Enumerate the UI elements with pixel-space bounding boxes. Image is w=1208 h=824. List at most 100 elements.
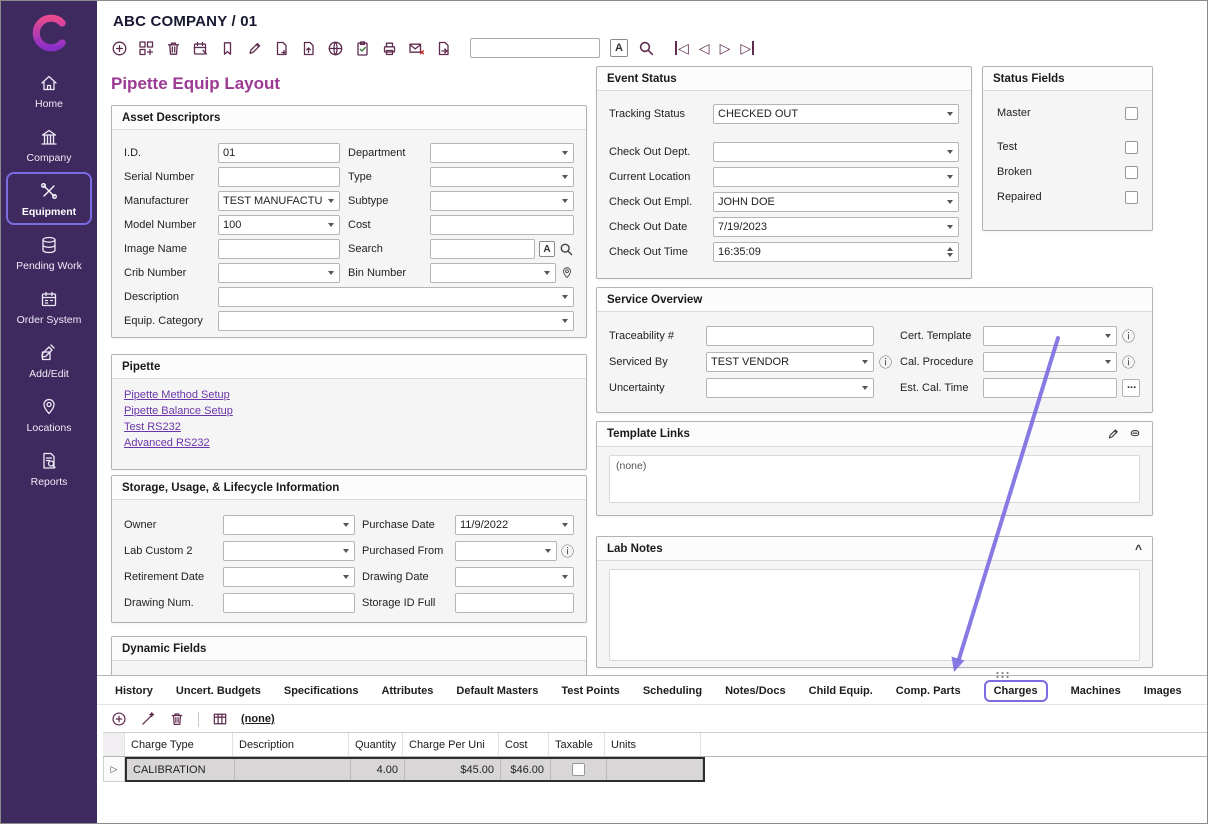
column-header[interactable]: Units <box>605 733 701 756</box>
tab-uncert-budgets[interactable]: Uncert. Budgets <box>176 685 261 697</box>
quantity-cell[interactable]: 4.00 <box>351 759 405 780</box>
column-header[interactable]: Quantity <box>349 733 403 756</box>
grid-view-icon[interactable] <box>212 711 228 727</box>
add-charge-icon[interactable] <box>111 711 127 727</box>
model-number-select[interactable]: 100 <box>218 215 340 235</box>
ellipsis-button[interactable]: ... <box>1122 379 1140 397</box>
checklist-icon[interactable] <box>354 40 371 57</box>
units-cell[interactable] <box>607 759 703 780</box>
master-checkbox[interactable] <box>1125 107 1138 120</box>
purchased-from-select[interactable] <box>455 541 557 561</box>
drawing-num-input[interactable] <box>223 593 355 613</box>
sidebar-item-order-system[interactable]: Order System <box>6 280 92 333</box>
link-icon[interactable] <box>1128 427 1142 441</box>
purchase-date-select[interactable]: 11/9/2022 <box>455 515 574 535</box>
column-header[interactable]: Taxable <box>549 733 605 756</box>
tab-specifications[interactable]: Specifications <box>284 685 359 697</box>
storage-id-full-input[interactable] <box>455 593 574 613</box>
info-icon[interactable]: ⓘ <box>561 545 574 558</box>
location-pin-icon[interactable] <box>560 266 574 280</box>
taxable-checkbox[interactable] <box>572 763 585 776</box>
column-header[interactable]: Charge Type <box>125 733 233 756</box>
info-icon[interactable]: ⓘ <box>1122 330 1140 343</box>
document-export-icon[interactable] <box>435 40 452 57</box>
test-checkbox[interactable] <box>1125 141 1138 154</box>
department-select[interactable] <box>430 143 574 163</box>
cal-procedure-select[interactable] <box>983 352 1117 372</box>
search-icon[interactable] <box>559 242 574 257</box>
cert-template-select[interactable] <box>983 326 1117 346</box>
charge-type-cell[interactable]: CALIBRATION <box>127 759 235 780</box>
pipette-balance-setup-link[interactable]: Pipette Balance Setup <box>124 405 574 417</box>
est-cal-time-input[interactable] <box>983 378 1117 398</box>
font-button[interactable]: A <box>610 39 628 57</box>
edit-pencil-icon[interactable] <box>1106 427 1120 441</box>
lab-custom-2-select[interactable] <box>223 541 355 561</box>
pipette-method-setup-link[interactable]: Pipette Method Setup <box>124 389 574 401</box>
sidebar-item-reports[interactable]: Reports <box>6 442 92 495</box>
splitter-grip[interactable] <box>995 671 1011 679</box>
charge-per-unit-cell[interactable]: $45.00 <box>405 759 501 780</box>
bookmark-icon[interactable] <box>219 40 236 57</box>
uncertainty-select[interactable] <box>706 378 874 398</box>
tab-history[interactable]: History <box>115 685 153 697</box>
sidebar-item-pending-work[interactable]: Pending Work <box>6 226 92 279</box>
check-out-time-spinner[interactable]: 16:35:09 <box>713 242 959 262</box>
add-record-icon[interactable] <box>111 40 128 57</box>
tab-images[interactable]: Images <box>1144 685 1182 697</box>
image-search-input[interactable] <box>430 239 535 259</box>
crib-number-select[interactable] <box>218 263 340 283</box>
nav-last-button[interactable]: ▷ <box>740 41 754 55</box>
schedule-edit-icon[interactable] <box>192 40 209 57</box>
column-header[interactable]: Cost <box>499 733 549 756</box>
sidebar-item-equipment[interactable]: Equipment <box>6 172 92 225</box>
cost-cell[interactable]: $46.00 <box>501 759 551 780</box>
web-icon[interactable] <box>327 40 344 57</box>
repaired-checkbox[interactable] <box>1125 191 1138 204</box>
tracking-status-select[interactable]: CHECKED OUT <box>713 104 959 124</box>
template-links-box[interactable]: (none) <box>609 455 1140 503</box>
traceability-input[interactable] <box>706 326 874 346</box>
bin-number-select[interactable] <box>430 263 556 283</box>
drawing-date-select[interactable] <box>455 567 574 587</box>
edit-icon[interactable] <box>246 40 263 57</box>
document-add-icon[interactable] <box>273 40 290 57</box>
search-icon[interactable] <box>638 40 655 57</box>
serviced-by-select[interactable]: TEST VENDOR <box>706 352 874 372</box>
print-icon[interactable] <box>381 40 398 57</box>
tab-default-masters[interactable]: Default Masters <box>456 685 538 697</box>
tab-notes-docs[interactable]: Notes/Docs <box>725 685 786 697</box>
column-header[interactable]: Description <box>233 733 349 756</box>
email-icon[interactable] <box>408 40 425 57</box>
font-button[interactable]: A <box>539 241 555 257</box>
tab-charges[interactable]: Charges <box>984 680 1048 702</box>
check-out-dept-select[interactable] <box>713 142 959 162</box>
image-name-input[interactable] <box>218 239 340 259</box>
serial-number-input[interactable] <box>218 167 340 187</box>
tab-attributes[interactable]: Attributes <box>381 685 433 697</box>
description-cell[interactable] <box>235 759 351 780</box>
nav-first-button[interactable]: ◁ <box>675 41 689 55</box>
sidebar-item-home[interactable]: Home <box>6 64 92 117</box>
column-header[interactable]: Charge Per Uni <box>403 733 499 756</box>
nav-prev-button[interactable]: ◁ <box>699 41 710 55</box>
owner-select[interactable] <box>223 515 355 535</box>
equip-category-select[interactable] <box>218 311 574 331</box>
collapse-icon[interactable]: ^ <box>1135 545 1142 553</box>
tab-child-equip[interactable]: Child Equip. <box>809 685 873 697</box>
type-select[interactable] <box>430 167 574 187</box>
filter-none-link[interactable]: (none) <box>241 713 275 725</box>
sidebar-item-locations[interactable]: Locations <box>6 388 92 441</box>
modify-icon[interactable] <box>140 711 156 727</box>
id-input[interactable]: 01 <box>218 143 340 163</box>
delete-record-icon[interactable] <box>165 40 182 57</box>
description-select[interactable] <box>218 287 574 307</box>
advanced-rs232-link[interactable]: Advanced RS232 <box>124 437 574 449</box>
manufacturer-select[interactable]: TEST MANUFACTU <box>218 191 340 211</box>
nav-next-button[interactable]: ▷ <box>720 41 731 55</box>
retirement-date-select[interactable] <box>223 567 355 587</box>
check-out-date-select[interactable]: 7/19/2023 <box>713 217 959 237</box>
row-expander[interactable]: ▷ <box>103 757 125 782</box>
sidebar-item-add-edit[interactable]: Add/Edit <box>6 334 92 387</box>
tab-scheduling[interactable]: Scheduling <box>643 685 702 697</box>
